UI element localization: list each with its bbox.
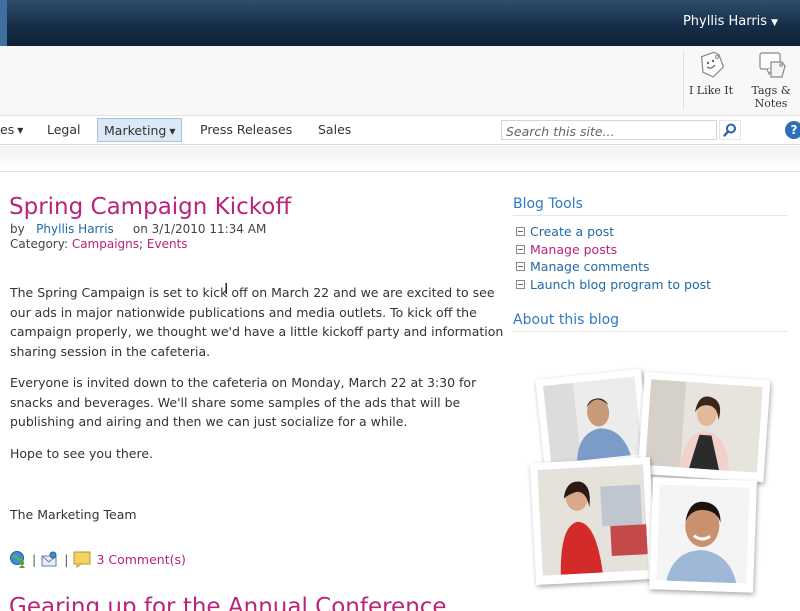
blog-tool-label: Create a post xyxy=(530,224,615,239)
woman-red-shirt-photo-image xyxy=(537,464,649,576)
magnifier-icon xyxy=(723,123,736,137)
bullet-box-icon xyxy=(516,279,525,289)
blog-tool-label: Manage posts xyxy=(530,241,618,257)
team-photo-4 xyxy=(649,477,757,593)
chevron-down-icon: ▼ xyxy=(169,127,176,136)
post-meta: by Phyllis Harris on 3/1/2010 11:34 AM C… xyxy=(10,222,266,252)
chevron-down-icon: ▼ xyxy=(771,18,778,28)
blog-tool-manage-posts[interactable]: Manage posts xyxy=(516,241,711,259)
nav-item-label: Marketing xyxy=(104,123,167,138)
post-body: The Spring Campaign is set to kick off o… xyxy=(10,283,505,475)
post-author-link[interactable]: Phyllis Harris xyxy=(36,222,114,236)
ribbon-divider xyxy=(683,52,684,110)
bullet-box-icon xyxy=(516,227,525,236)
nav-item-label: Press Releases xyxy=(200,122,293,137)
smiling-man-photo-image xyxy=(656,484,750,584)
blog-tool-manage-comments[interactable]: Manage comments xyxy=(516,258,711,276)
blog-tool-create-post[interactable]: Create a post xyxy=(516,223,711,241)
about-blog-heading: About this blog xyxy=(513,312,788,332)
comments-link[interactable]: 3 Comment(s) xyxy=(96,552,185,567)
post-signature: The Marketing Team xyxy=(10,507,137,522)
tag-smiley-icon xyxy=(700,51,725,78)
blog-tools-list: Create a post Manage posts Manage commen… xyxy=(516,223,711,293)
post-actions: | | 3 Comment(s) xyxy=(9,550,186,568)
action-separator: | xyxy=(32,551,37,567)
nav-item-label: Sales xyxy=(318,122,352,137)
by-label: by xyxy=(10,222,25,236)
comment-icon[interactable] xyxy=(73,550,91,568)
category-separator: ; xyxy=(139,237,144,251)
tags-notes-icon xyxy=(759,52,786,78)
nav-item-label: es xyxy=(0,122,15,137)
next-post-title[interactable]: Gearing up for the Annual Conference xyxy=(9,594,447,611)
nav-item-sales[interactable]: Sales xyxy=(318,122,351,137)
blog-tool-label: Manage comments xyxy=(530,259,650,274)
chevron-down-icon: ▼ xyxy=(17,126,24,135)
bullet-box-icon xyxy=(516,244,525,254)
blog-tool-launch-program[interactable]: Launch blog program to post xyxy=(516,276,711,294)
nav-item-legal[interactable]: Legal xyxy=(47,122,81,137)
i-like-it-label: I Like It xyxy=(688,84,734,97)
bullet-box-icon xyxy=(516,262,525,271)
nav-shadow xyxy=(0,146,800,172)
team-photo-2 xyxy=(637,371,771,483)
nav-item-truncated[interactable]: es ▼ xyxy=(0,122,23,137)
site-actions-edge[interactable] xyxy=(0,0,7,46)
email-icon[interactable] xyxy=(41,550,59,568)
help-icon[interactable]: ? xyxy=(785,121,800,139)
blog-tool-label: Launch blog program to post xyxy=(530,276,712,292)
nav-item-label: Legal xyxy=(47,122,81,137)
team-photo-3 xyxy=(529,456,657,586)
top-bar: Phyllis Harris ▼ xyxy=(0,0,800,46)
post-date: on 3/1/2010 11:34 AM xyxy=(132,222,267,236)
search-input[interactable] xyxy=(502,122,716,141)
category-link-events[interactable]: Events xyxy=(147,237,188,251)
top-navigation: es ▼ Legal Marketing ▼ Press Releases Sale… xyxy=(0,116,800,145)
action-separator: | xyxy=(64,551,69,567)
post-paragraph: The Spring Campaign is set to kick off o… xyxy=(10,285,504,359)
nav-item-press-releases[interactable]: Press Releases xyxy=(200,122,292,137)
woman-office-photo-image xyxy=(645,379,763,473)
tags-notes-label-2: Notes xyxy=(754,97,788,110)
post-title[interactable]: Spring Campaign Kickoff xyxy=(9,194,291,220)
globe-user-icon[interactable] xyxy=(9,550,27,568)
text-cursor-icon: I xyxy=(224,280,229,298)
tags-notes-button[interactable]: Tags & Notes xyxy=(748,50,794,110)
nav-item-marketing[interactable]: Marketing ▼ xyxy=(97,118,183,142)
man-photo-image xyxy=(543,376,643,464)
i-like-it-button[interactable]: I Like It xyxy=(688,50,734,97)
search-button[interactable] xyxy=(719,120,741,140)
post-paragraph: Hope to see you there. xyxy=(10,445,154,461)
category-label: Category: xyxy=(10,237,68,251)
user-menu[interactable]: Phyllis Harris ▼ xyxy=(683,14,778,29)
post-byline: by Phyllis Harris on 3/1/2010 11:34 AM xyxy=(10,222,266,237)
blog-tools-heading: Blog Tools xyxy=(513,196,788,216)
search-box xyxy=(501,120,717,141)
post-category-line: Category: Campaigns; Events xyxy=(10,237,266,252)
tags-notes-label-1: Tags & xyxy=(751,84,791,97)
user-name: Phyllis Harris xyxy=(682,14,768,29)
category-link-campaigns[interactable]: Campaigns xyxy=(72,237,139,251)
post-paragraph: Everyone is invited down to the cafeteri… xyxy=(10,375,477,429)
ribbon: I Like It Tags & Notes xyxy=(0,46,800,116)
